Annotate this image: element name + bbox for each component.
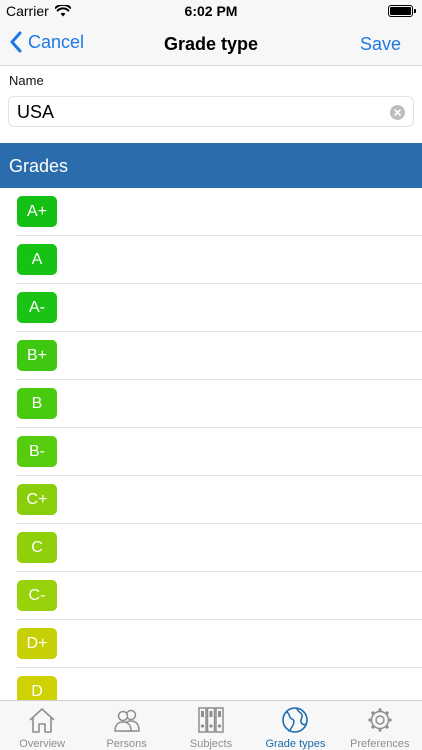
grade-row[interactable]: C bbox=[0, 524, 422, 572]
grade-badge: C- bbox=[17, 580, 57, 611]
grade-row[interactable]: C+ bbox=[0, 476, 422, 524]
grade-row[interactable]: D+ bbox=[0, 620, 422, 668]
grade-badge: C bbox=[17, 532, 57, 563]
tab-overview[interactable]: Overview bbox=[0, 701, 84, 750]
grade-badge: C+ bbox=[17, 484, 57, 515]
tab-label: Persons bbox=[106, 738, 147, 750]
grades-section-header: Grades bbox=[0, 143, 422, 188]
status-bar: Carrier 6:02 PM bbox=[0, 0, 422, 22]
grade-badge: B+ bbox=[17, 340, 57, 371]
name-field[interactable] bbox=[8, 96, 414, 127]
grade-row[interactable]: A+ bbox=[0, 188, 422, 236]
status-time: 6:02 PM bbox=[184, 3, 238, 19]
name-label: Name bbox=[9, 73, 44, 88]
tab-subjects[interactable]: Subjects bbox=[169, 701, 253, 750]
save-button[interactable]: Save bbox=[360, 34, 401, 55]
grade-row[interactable]: B+ bbox=[0, 332, 422, 380]
house-icon bbox=[29, 708, 55, 733]
persons-icon bbox=[113, 709, 140, 732]
grade-badge: A+ bbox=[17, 196, 57, 227]
grade-row[interactable]: B bbox=[0, 380, 422, 428]
battery-icon bbox=[388, 5, 416, 17]
tab-grade-types[interactable]: Grade types bbox=[253, 701, 337, 750]
grade-row[interactable]: D bbox=[0, 668, 422, 700]
grade-badge: B- bbox=[17, 436, 57, 467]
tab-persons[interactable]: Persons bbox=[84, 701, 168, 750]
name-input[interactable] bbox=[17, 101, 377, 123]
grade-badge: B bbox=[17, 388, 57, 419]
grade-list: A+ A A- B+ B B- C+ C C- D+ D bbox=[0, 188, 422, 700]
grade-badge: A- bbox=[17, 292, 57, 323]
binders-icon bbox=[198, 707, 224, 733]
screen: Carrier 6:02 PM Cancel Grade type Save N… bbox=[0, 0, 422, 750]
grade-badge: D bbox=[17, 676, 57, 700]
tab-bar: Overview Persons Subjects Grade types Pr… bbox=[0, 700, 422, 750]
tab-label: Preferences bbox=[350, 738, 410, 750]
tab-label: Grade types bbox=[265, 738, 326, 750]
grade-row[interactable]: B- bbox=[0, 428, 422, 476]
clear-text-button[interactable] bbox=[390, 105, 405, 120]
grade-row[interactable]: C- bbox=[0, 572, 422, 620]
grade-badge: A bbox=[17, 244, 57, 275]
tab-preferences[interactable]: Preferences bbox=[338, 701, 422, 750]
grade-row[interactable]: A- bbox=[0, 284, 422, 332]
page-title: Grade type bbox=[163, 34, 259, 54]
grade-row[interactable]: A bbox=[0, 236, 422, 284]
tab-label: Overview bbox=[19, 738, 66, 750]
grade-badge: D+ bbox=[17, 628, 57, 659]
clear-icon bbox=[394, 109, 401, 116]
globe-icon bbox=[282, 707, 309, 733]
section-title: Grades bbox=[9, 156, 69, 176]
navigation-bar: Cancel Grade type Save bbox=[0, 22, 422, 66]
tab-label: Subjects bbox=[189, 738, 233, 750]
gear-icon bbox=[368, 708, 392, 732]
